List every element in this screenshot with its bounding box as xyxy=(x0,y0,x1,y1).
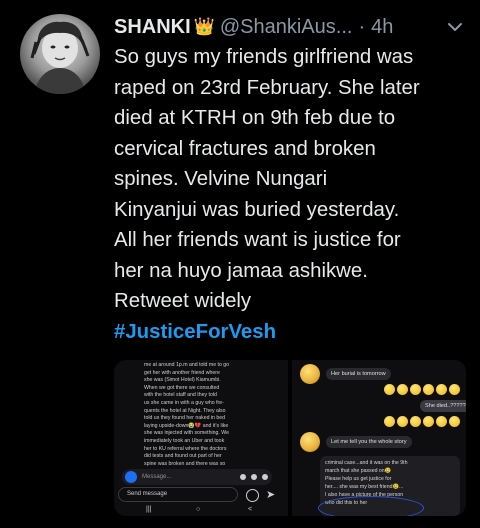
crying-emoji xyxy=(397,416,408,427)
chat-line: immediately took an Uber and took xyxy=(144,437,225,444)
screenshot-left[interactable]: me at around 1p.m and told me to go get … xyxy=(114,360,288,516)
tweet-text-line: spines. Velvine Nungari xyxy=(114,168,328,190)
chat-line: spine was broken and there was so xyxy=(144,460,226,467)
crying-emoji xyxy=(384,384,395,395)
chat-line: told us they found her naked in bed xyxy=(144,415,226,422)
separator: · xyxy=(358,15,366,38)
card-line: march that she passed on😢 xyxy=(325,468,392,474)
gallery-icon xyxy=(251,474,257,480)
card-line: her.... she was my best friend😢... xyxy=(325,484,404,490)
crying-emoji xyxy=(449,384,460,395)
timestamp[interactable]: 4h xyxy=(371,16,393,39)
tweet: SHANKI 👑 @ShankiAus... · 4h So guys my f… xyxy=(0,0,480,528)
chat-line: she was (Simot Hotel) Kiamumbi. xyxy=(144,377,221,384)
crying-emoji xyxy=(423,416,434,427)
card-line: Please help us get justice for xyxy=(325,476,392,482)
hashtag-link[interactable]: #JusticeForVesh xyxy=(114,317,474,348)
tweet-text-line: cervical fractures and broken xyxy=(114,137,376,160)
home-nav-icon: ○ xyxy=(196,506,201,513)
tweet-text-line: died at KTRH on 9th feb due to xyxy=(114,107,396,129)
tweet-text-line: her na huyo jamaa ashikwe. xyxy=(114,259,368,282)
chat-line: did tests and found out part of her xyxy=(144,453,222,460)
emoji-row xyxy=(384,384,460,395)
crying-emoji xyxy=(449,416,460,427)
media-grid: me at around 1p.m and told me to go get … xyxy=(114,360,466,516)
plus-icon xyxy=(262,474,268,480)
tweet-text-line: So guys my friends girlfriend was xyxy=(114,46,414,68)
avatar[interactable] xyxy=(20,14,100,94)
circle-annotation xyxy=(318,496,424,516)
tweet-header: SHANKI 👑 @ShankiAus... · 4h xyxy=(114,12,466,42)
camera-icon xyxy=(125,471,137,483)
message-composer: Message... xyxy=(122,469,272,485)
crying-emoji xyxy=(384,416,395,427)
tweet-text-line: Retweet widely xyxy=(114,290,252,312)
tweet-text-line: Kinyanjui was buried yesterday. xyxy=(114,198,400,221)
chat-line: with the hotel staff and they told xyxy=(144,392,217,399)
send-row: Send message ➤ xyxy=(118,487,284,503)
user-handle[interactable]: @ShankiAus... xyxy=(220,16,353,39)
chat-line: me at around 1p.m and told me to go xyxy=(144,362,230,368)
chat-bubble-outgoing: She died..????? xyxy=(420,400,466,412)
crown-icon: 👑 xyxy=(193,17,215,36)
chat-message-text: me at around 1p.m and told me to go get … xyxy=(144,362,248,468)
composer-icons xyxy=(240,474,268,480)
android-nav-bar: ||| ○ < xyxy=(114,506,288,516)
card-line: criminal case...and it was on the 9th xyxy=(325,460,408,466)
crying-emoji xyxy=(397,384,408,395)
emoji-icon xyxy=(246,489,259,502)
tweet-text-line: raped on 23rd February. She later xyxy=(114,76,420,99)
chat-line: quents the hotel at Night. They also xyxy=(144,407,226,414)
chat-bubble-incoming: Her burial is tomorrow xyxy=(326,368,391,380)
more-options-icon[interactable] xyxy=(444,16,466,38)
crying-emoji xyxy=(410,384,421,395)
chat-line: she was injected with something. We xyxy=(144,430,229,437)
tweet-text: So guys my friends girlfriend was raped … xyxy=(114,42,474,347)
avatar-image xyxy=(30,21,90,94)
chat-line: get her with another friend where xyxy=(144,369,220,376)
crying-emoji xyxy=(436,384,447,395)
emoji-row xyxy=(384,416,460,427)
message-placeholder: Message... xyxy=(142,474,172,480)
crying-emoji xyxy=(423,384,434,395)
sticker-avatar xyxy=(300,364,320,384)
display-name[interactable]: SHANKI xyxy=(114,16,191,39)
recents-nav-icon: ||| xyxy=(146,506,152,513)
chat-line: her to KU referral where the doctors xyxy=(144,445,227,452)
crying-emoji xyxy=(436,416,447,427)
chat-line: laying upside-down😭💔 and it's like xyxy=(144,422,229,429)
back-nav-icon: < xyxy=(248,506,253,513)
send-message-field: Send message xyxy=(118,487,238,502)
tweet-text-line: All her friends want is justice for xyxy=(114,229,401,251)
chat-bubble-incoming: Let me tell you the whole story xyxy=(326,436,412,448)
chat-line: When we got there we consulted xyxy=(144,384,220,391)
mic-icon xyxy=(240,474,246,480)
screenshot-right[interactable]: Her burial is tomorrow She died..????? L… xyxy=(292,360,466,516)
crying-emoji xyxy=(410,416,421,427)
chat-line: us she came in with a guy who fre- xyxy=(144,399,224,406)
send-arrow-icon: ➤ xyxy=(266,489,276,501)
sticker-avatar xyxy=(300,432,320,452)
